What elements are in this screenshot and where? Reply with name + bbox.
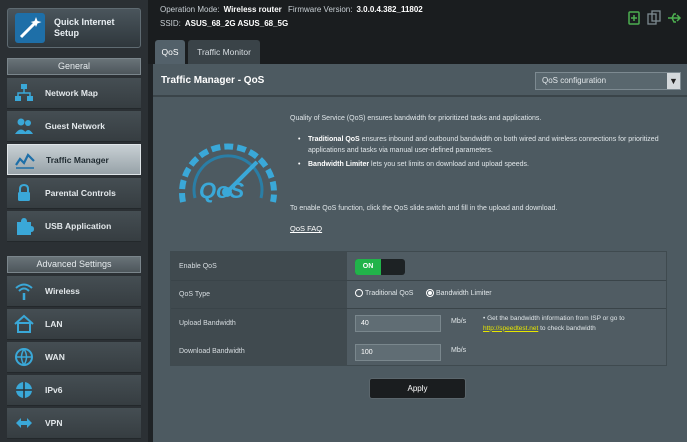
sidebar-item-traffic-manager[interactable]: Traffic Manager (7, 144, 141, 175)
ssid-label: SSID: (160, 19, 181, 28)
divider (153, 95, 687, 97)
globe-icon (16, 382, 32, 398)
list-item: Bandwidth Limiter lets you set limits on… (298, 160, 663, 171)
sidebar-item-network-map[interactable]: Network Map (7, 78, 141, 109)
table-row: Enable QoS ON (171, 252, 666, 281)
network-status-icon[interactable] (626, 10, 642, 26)
sidebar-item-label: USB Application (45, 221, 112, 231)
magic-wand-icon (15, 13, 45, 43)
sidebar-item-guest-network[interactable]: Guest Network (7, 111, 141, 142)
operation-mode-label: Operation Mode: (160, 5, 220, 14)
sidebar-item-label: LAN (45, 319, 63, 329)
sidebar-item-ipv6[interactable]: IPv6 (7, 375, 141, 406)
operation-mode-value[interactable]: Wireless router (224, 5, 282, 14)
enable-qos-toggle[interactable]: ON (355, 259, 405, 275)
sidebar: Quick Internet Setup General Network Map… (0, 0, 148, 442)
sidebar-item-label: WAN (45, 352, 65, 362)
download-unit-label: Mb/s (451, 347, 467, 354)
qos-settings-table: Enable QoS ON QoS Type Traditional QoS B… (170, 251, 667, 366)
enable-qos-label: Enable QoS (171, 252, 347, 280)
vpn-icon (16, 418, 32, 428)
sidebar-item-label: Guest Network (45, 121, 105, 131)
page-title: Traffic Manager - QoS (161, 75, 265, 86)
qos-configuration-value: QoS configuration (542, 76, 607, 85)
general-section-header: General (7, 58, 141, 75)
advanced-settings-section-header: Advanced Settings (7, 256, 141, 273)
sidebar-item-label: IPv6 (45, 385, 63, 395)
firmware-version-value[interactable]: 3.0.0.4.382_11802 (356, 5, 422, 14)
svg-text:QoS: QoS (199, 178, 245, 203)
upload-bandwidth-label: Upload Bandwidth (171, 309, 347, 338)
main-panel: Traffic Manager - QoS QoS configuration … (153, 64, 687, 442)
qos-speedometer-icon: QoS (179, 143, 277, 203)
sidebar-item-vpn[interactable]: VPN (7, 408, 141, 439)
lock-icon (18, 183, 30, 201)
radio-bandwidth-limiter[interactable]: Bandwidth Limiter (426, 289, 492, 297)
tab-qos[interactable]: QoS (155, 40, 185, 64)
chevron-down-icon: ▼ (667, 73, 680, 89)
sidebar-item-wireless[interactable]: Wireless (7, 276, 141, 307)
list-item: Traditional QoS ensures inbound and outb… (298, 135, 663, 156)
sidebar-item-wan[interactable]: WAN (7, 342, 141, 373)
bandwidth-note: • Get the bandwidth information from ISP… (483, 315, 625, 332)
radio-button[interactable] (426, 289, 434, 297)
download-bandwidth-input[interactable]: 100 (355, 344, 441, 361)
ssid-values: ASUS_68_2G ASUS_68_5G (184, 19, 289, 28)
radio-button[interactable] (355, 289, 363, 297)
network-map-icon (15, 84, 33, 101)
status-bar: Operation Mode: Wireless router Firmware … (148, 0, 687, 36)
speedtest-link[interactable]: http://speedtest.net (483, 325, 538, 332)
download-bandwidth-label: Download Bandwidth (171, 338, 347, 365)
qos-configuration-select[interactable]: QoS configuration ▼ (535, 72, 681, 90)
qos-type-label: QoS Type (171, 281, 347, 308)
quick-internet-setup-button[interactable]: Quick Internet Setup (7, 8, 141, 48)
quick-internet-setup-label: Quick Internet Setup (54, 17, 115, 38)
table-row: Download Bandwidth 100 Mb/s (171, 338, 666, 365)
qos-faq-link[interactable]: QoS FAQ (290, 224, 322, 235)
radio-traditional-qos[interactable]: Traditional QoS (355, 289, 413, 297)
sidebar-item-lan[interactable]: LAN (7, 309, 141, 340)
tab-traffic-monitor[interactable]: Traffic Monitor (188, 40, 260, 64)
sidebar-item-parental-controls[interactable]: Parental Controls (7, 178, 141, 209)
sidebar-item-label: VPN (45, 418, 63, 428)
sidebar-item-usb-application[interactable]: USB Application (7, 211, 141, 242)
globe-icon (15, 348, 33, 367)
enable-qos-hint: To enable QoS function, click the QoS sl… (290, 205, 558, 212)
upload-unit-label: Mb/s (451, 318, 467, 325)
sidebar-item-label: Network Map (45, 88, 98, 98)
guest-network-icon (15, 118, 33, 134)
sidebar-item-label: Wireless (45, 286, 80, 296)
table-row: QoS Type Traditional QoS Bandwidth Limit… (171, 281, 666, 309)
wireless-icon (15, 283, 33, 300)
home-icon (14, 314, 34, 333)
tab-bar: QoS Traffic Monitor (148, 36, 687, 64)
traffic-manager-icon (15, 152, 35, 169)
toggle-on-label: ON (355, 259, 381, 275)
sidebar-item-label: Parental Controls (45, 188, 116, 198)
sidebar-item-label: Traffic Manager (46, 154, 109, 165)
qos-feature-list: Traditional QoS ensures inbound and outb… (298, 135, 663, 175)
puzzle-icon (17, 218, 34, 235)
apply-button[interactable]: Apply (369, 378, 466, 399)
upload-bandwidth-input[interactable]: 40 (355, 315, 441, 332)
firmware-version-label: Firmware Version: (288, 5, 353, 14)
usb-icon[interactable] (666, 10, 682, 26)
qos-intro-text: Quality of Service (QoS) ensures bandwid… (290, 115, 542, 122)
copy-icon[interactable] (646, 10, 662, 26)
